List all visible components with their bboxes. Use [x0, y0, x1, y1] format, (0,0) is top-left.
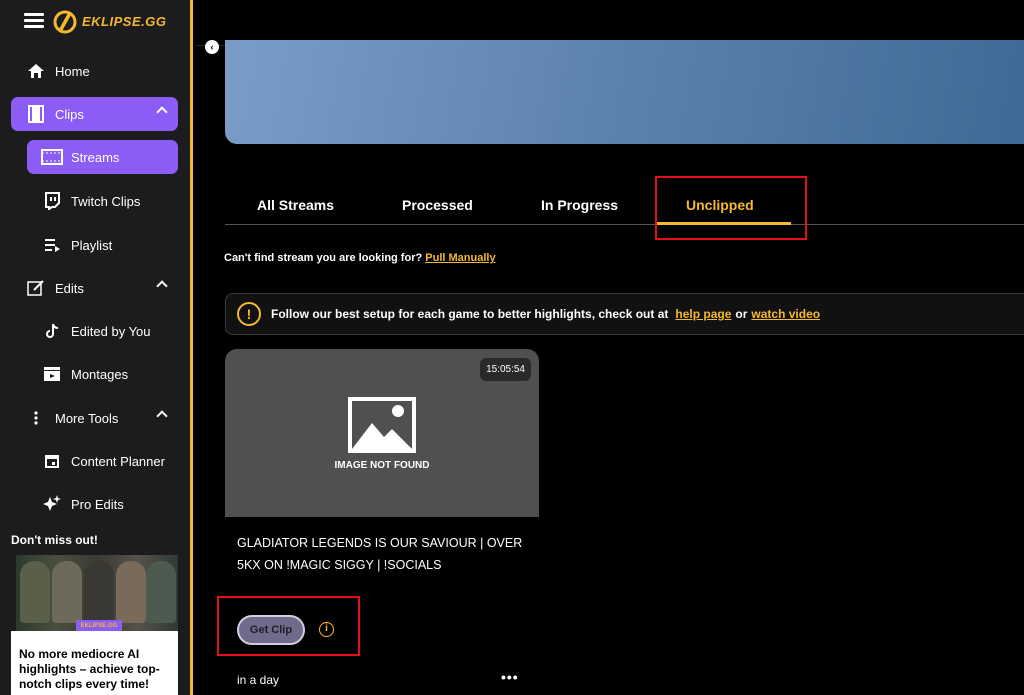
watch-video-link[interactable]: watch video — [751, 307, 820, 321]
image-not-found-label: IMAGE NOT FOUND — [334, 460, 430, 471]
playlist-icon — [41, 236, 63, 254]
sidebar-item-streams[interactable]: Streams — [27, 140, 178, 174]
chevron-up-icon[interactable] — [156, 410, 168, 422]
highlight-box-get-clip — [217, 596, 360, 656]
logo-text: EKLIPSE.GG — [82, 14, 167, 29]
sidebar-item-label: Twitch Clips — [71, 193, 141, 209]
help-page-link[interactable]: help page — [675, 307, 731, 321]
chevron-up-icon[interactable] — [156, 280, 168, 292]
sidebar-item-more-tools[interactable]: More Tools — [11, 401, 178, 435]
calendar-icon — [41, 452, 63, 470]
tab-processed[interactable]: Processed — [402, 197, 473, 213]
clapper-icon — [41, 365, 63, 383]
stream-tabs: All Streams Processed In Progress Unclip… — [225, 190, 1024, 225]
image-placeholder-icon — [348, 397, 416, 453]
pull-text: Can't find stream you are looking for? — [224, 252, 423, 264]
tab-all-streams[interactable]: All Streams — [257, 197, 334, 213]
highlight-box-tab — [655, 176, 807, 240]
sidebar-item-edits[interactable]: Edits — [11, 271, 178, 305]
sidebar-item-clips[interactable]: Clips — [11, 97, 178, 131]
sidebar-item-montages[interactable]: Montages — [27, 357, 178, 391]
stream-thumbnail[interactable]: 15:05:54 IMAGE NOT FOUND — [225, 349, 539, 517]
sidebar: EKLIPSE.GG Home Clips Streams Twitch Cli… — [0, 0, 193, 695]
tiktok-icon — [41, 322, 63, 340]
sidebar-item-label: Clips — [55, 106, 84, 122]
eklipse-logo-icon — [53, 10, 77, 34]
sidebar-item-label: Pro Edits — [71, 496, 124, 512]
sidebar-item-label: Streams — [71, 149, 120, 165]
hamburger-menu-icon[interactable] — [24, 13, 44, 29]
sidebar-item-label: Content Planner — [71, 453, 165, 469]
chevron-up-icon[interactable] — [156, 106, 168, 118]
sidebar-item-label: Montages — [71, 366, 129, 382]
kebab-icon — [25, 409, 47, 427]
edit-icon — [25, 279, 47, 297]
sidebar-item-home[interactable]: Home — [11, 54, 178, 88]
more-options-icon[interactable]: ••• — [501, 669, 519, 685]
sidebar-item-pro-edits[interactable]: Pro Edits — [27, 487, 178, 521]
duration-badge: 15:05:54 — [480, 358, 531, 381]
tab-in-progress[interactable]: In Progress — [541, 197, 618, 213]
banner — [225, 40, 1024, 144]
sidebar-item-label: More Tools — [55, 410, 119, 426]
twitch-icon — [41, 192, 63, 210]
promo-title: Don't miss out! — [11, 533, 98, 547]
sparkle-icon — [41, 495, 63, 513]
promo-text: No more mediocre AI highlights – achieve… — [11, 631, 178, 695]
home-icon — [25, 62, 47, 80]
film-strip-icon — [41, 148, 63, 166]
collapse-sidebar-icon[interactable]: ‹ — [205, 40, 219, 54]
notice-or: or — [735, 307, 748, 321]
tip-notice: ! Follow our best setup for each game to… — [225, 293, 1024, 335]
logo-row: EKLIPSE.GG — [0, 0, 193, 46]
sidebar-item-twitch-clips[interactable]: Twitch Clips — [27, 184, 178, 218]
sidebar-item-content-planner[interactable]: Content Planner — [27, 444, 178, 478]
pull-manually-link[interactable]: Pull Manually — [425, 252, 495, 264]
pull-manually-line: Can't find stream you are looking for? P… — [224, 252, 496, 264]
exclamation-icon: ! — [237, 302, 261, 326]
film-icon — [25, 105, 47, 123]
sidebar-item-label: Edited by You — [71, 323, 151, 339]
sidebar-item-edited-by-you[interactable]: Edited by You — [27, 314, 178, 348]
stream-time-ago: in a day — [237, 673, 280, 687]
sidebar-item-label: Edits — [55, 280, 84, 296]
sidebar-item-label: Playlist — [71, 237, 113, 253]
sidebar-item-label: Home — [55, 63, 90, 79]
notice-text: Follow our best setup for each game to b… — [271, 307, 669, 321]
stream-title: GLADIATOR LEGENDS IS OUR SAVIOUR | OVER … — [237, 536, 523, 572]
sidebar-item-playlist[interactable]: Playlist — [27, 228, 178, 262]
